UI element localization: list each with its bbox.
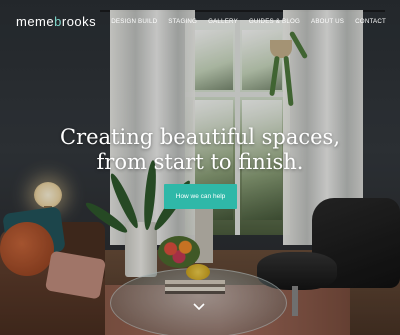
hero-headline-line1: Creating beautiful spaces, xyxy=(60,125,340,149)
how-we-can-help-button[interactable]: How we can help xyxy=(164,184,237,209)
hero-headline-line2: from start to finish. xyxy=(96,150,304,174)
nav-item-design-build[interactable]: DESIGN BUILD xyxy=(111,18,157,25)
nav-item-contact[interactable]: CONTACT xyxy=(355,18,386,25)
nav-item-guides-blog[interactable]: GUIDES & BLOG xyxy=(249,18,300,25)
nav-item-about-us[interactable]: ABOUT US xyxy=(311,18,344,25)
main-nav: DESIGN BUILD STAGING GALLERY GUIDES & BL… xyxy=(111,18,386,25)
nav-item-gallery[interactable]: GALLERY xyxy=(208,18,238,25)
nav-item-staging[interactable]: STAGING xyxy=(168,18,197,25)
hero-headline: Creating beautiful spaces, from start to… xyxy=(0,125,400,175)
chevron-down-icon[interactable] xyxy=(192,302,206,312)
site-logo[interactable]: memebrooks xyxy=(16,14,96,29)
